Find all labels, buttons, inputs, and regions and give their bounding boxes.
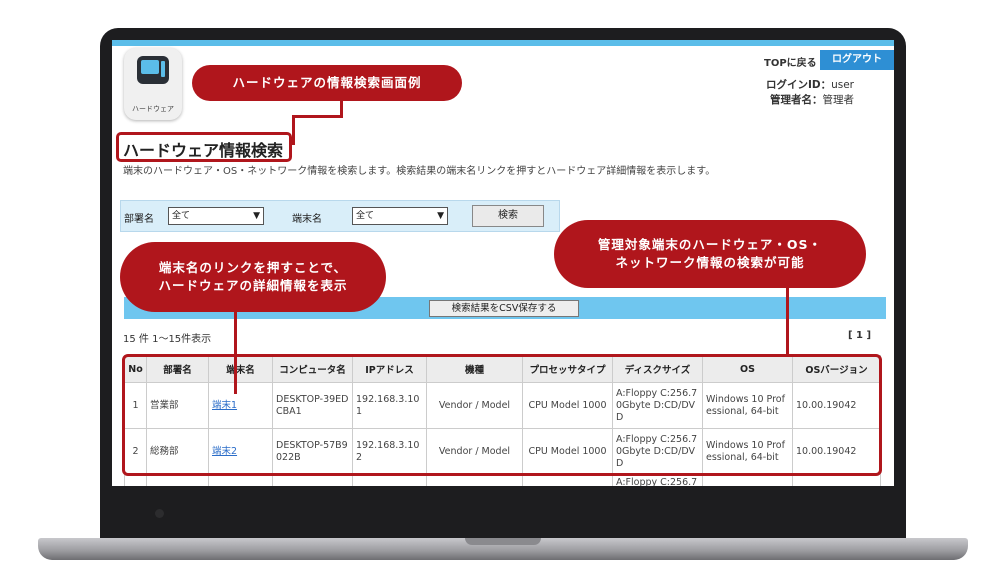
logout-button[interactable]: ログアウト	[820, 50, 894, 70]
cell-os: Windows 10 Professional, 64-bit	[702, 428, 793, 475]
connector-line	[292, 115, 343, 118]
cell-ip: 192.168.3.102	[352, 428, 427, 475]
terminal-select[interactable]: 全て ▼	[352, 207, 448, 225]
cell-cpu: CPU Model 1000	[522, 382, 613, 429]
admin-label: 管理者名：	[770, 94, 823, 106]
column-header: OS	[702, 355, 793, 383]
table-row: 2 総務部 端末2 DESKTOP-57B9022B 192.168.3.102…	[124, 428, 881, 475]
chevron-down-icon: ▼	[437, 211, 444, 221]
callout-terminal-link: 端末名のリンクを押すことで、 ハードウェアの詳細情報を表示	[120, 242, 386, 312]
top-accent-bar	[112, 40, 894, 46]
top-link[interactable]: TOPに戻る	[764, 54, 817, 69]
pager[interactable]: [ 1 ]	[848, 330, 871, 341]
column-header: OSバージョン	[792, 355, 881, 383]
terminal-label: 端末名	[292, 214, 322, 225]
page-description: 端末のハードウェア・OS・ネットワーク情報を検索します。検索結果の端末名リンクを…	[123, 166, 716, 177]
search-button[interactable]: 検索	[472, 205, 544, 227]
login-id-label: ログインID：	[765, 79, 832, 91]
app-icon: ハードウェア	[124, 48, 182, 120]
login-id: user	[831, 79, 854, 91]
cell-disk: A:Floppy C:256.7	[612, 474, 703, 486]
cell-model: Vendor / Model	[426, 382, 523, 429]
callout-line: ハードウェアの詳細情報を表示	[158, 278, 348, 293]
terminal-link[interactable]: 端末1	[212, 400, 237, 411]
callout-line: 管理対象端末のハードウェア・OS・	[597, 237, 823, 252]
cell-no: 1	[124, 382, 147, 429]
terminal-select-value: 全て	[356, 211, 375, 221]
cell-cpu: CPU Model 1000	[522, 428, 613, 475]
cell-disk: A:Floppy C:256.70Gbyte D:CD/DVD	[612, 382, 703, 429]
cell-ip: 192.168.3.101	[352, 382, 427, 429]
column-header: ディスクサイズ	[612, 355, 703, 383]
cell-os-version: 10.00.19042	[792, 428, 881, 475]
monitor-icon	[137, 56, 169, 84]
cell-dept: 営業部	[146, 382, 209, 429]
column-header: 端末名	[208, 355, 273, 383]
dept-select[interactable]: 全て ▼	[168, 207, 264, 225]
callout-header: ハードウェアの情報検索画面例	[192, 65, 462, 101]
cell-terminal: 端末1	[208, 382, 273, 429]
dept-label: 部署名	[124, 214, 154, 225]
connector-line	[234, 312, 237, 394]
table-row: A:Floppy C:256.7	[124, 474, 881, 486]
callout-search-scope: 管理対象端末のハードウェア・OS・ ネットワーク情報の検索が可能	[554, 220, 866, 288]
results-table: No 部署名 端末名 コンピュータ名 IPアドレス 機種 プロセッサタイプ ディ…	[124, 355, 881, 486]
connector-line	[786, 288, 789, 356]
column-header: プロセッサタイプ	[522, 355, 613, 383]
app-icon-label: ハードウェア	[132, 105, 174, 113]
cell-no: 2	[124, 428, 147, 475]
admin-name: 管理者	[822, 94, 855, 106]
cell-model: Vendor / Model	[426, 428, 523, 475]
column-header: コンピュータ名	[272, 355, 353, 383]
chevron-down-icon: ▼	[253, 211, 260, 221]
csv-save-button[interactable]: 検索結果をCSV保存する	[429, 300, 579, 317]
table-header-row: No 部署名 端末名 コンピュータ名 IPアドレス 機種 プロセッサタイプ ディ…	[124, 355, 881, 383]
column-header: IPアドレス	[352, 355, 427, 383]
cell-terminal: 端末2	[208, 428, 273, 475]
dept-select-value: 全て	[172, 211, 191, 221]
connector-line	[292, 115, 295, 145]
webcam	[155, 509, 164, 518]
user-info: ログインID：user 管理者名：管理者	[766, 78, 854, 108]
cell-os-version: 10.00.19042	[792, 382, 881, 429]
cell-disk: A:Floppy C:256.70Gbyte D:CD/DVD	[612, 428, 703, 475]
screen: ハードウェア ハードウェアの情報検索画面例 TOPに戻る ログアウト ログインI…	[112, 40, 894, 486]
cell-os: Windows 10 Professional, 64-bit	[702, 382, 793, 429]
callout-line: ネットワーク情報の検索が可能	[615, 255, 805, 270]
cell-computer: DESKTOP-39EDCBA1	[272, 382, 353, 429]
callout-line: 端末名のリンクを押すことで、	[158, 260, 348, 275]
column-header: No	[124, 355, 147, 383]
column-header: 部署名	[146, 355, 209, 383]
table-row: 1 営業部 端末1 DESKTOP-39EDCBA1 192.168.3.101…	[124, 382, 881, 429]
result-count: 15 件 1～15件表示	[123, 334, 212, 345]
column-header: 機種	[426, 355, 523, 383]
terminal-link[interactable]: 端末2	[212, 446, 237, 457]
page-title: ハードウェア情報検索	[123, 141, 284, 160]
cell-computer: DESKTOP-57B9022B	[272, 428, 353, 475]
cell-dept: 総務部	[146, 428, 209, 475]
laptop-notch	[465, 538, 541, 545]
